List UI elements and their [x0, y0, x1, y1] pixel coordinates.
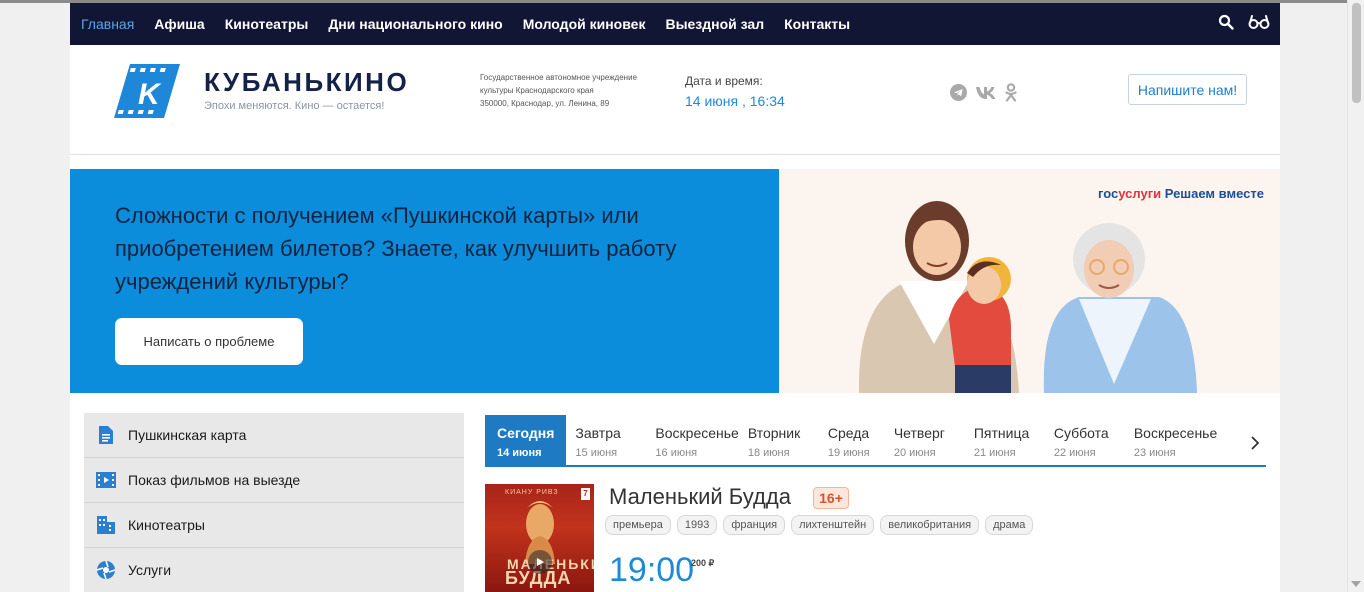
tab-tomorrow[interactable]: Завтра 15 июня — [566, 415, 646, 465]
svg-text:K: K — [138, 78, 162, 111]
kubankino-logo-icon[interactable]: K — [114, 64, 180, 118]
day-name: Воскресенье — [1133, 425, 1218, 441]
promo-banner[interactable]: Сложности с получением «Пушкинской карты… — [70, 169, 779, 393]
vk-icon[interactable] — [975, 86, 997, 105]
document-icon — [96, 425, 116, 445]
tab-sunday[interactable]: Воскресенье 16 июня — [646, 415, 738, 465]
day-name: Суббота — [1053, 425, 1109, 441]
schedule-day-tabs: Сегодня 14 июня Завтра 15 июня Воскресен… — [485, 415, 1266, 467]
tag-year[interactable]: 1993 — [676, 515, 718, 535]
sidebar-item-label: Услуги — [128, 562, 172, 578]
days-next-arrow-icon[interactable] — [1244, 423, 1266, 463]
movie-title[interactable]: Маленький Будда — [609, 484, 791, 510]
sidebar-item-label: Показ фильмов на выезде — [128, 472, 301, 488]
datetime-value: 14 июня , 16:34 — [685, 93, 785, 109]
org-line-2: культуры Краснодарского края — [480, 86, 594, 95]
tab-sunday-next[interactable]: Воскресенье 23 июня — [1125, 415, 1217, 465]
nav-item-mobile-hall[interactable]: Выездной зал — [655, 16, 774, 32]
day-date: 23 июня — [1133, 447, 1176, 459]
sidebar-item-cinemas[interactable]: Кинотеатры — [84, 503, 464, 548]
day-name: Завтра — [575, 425, 621, 441]
org-line-1: Государственное автономное учреждение — [480, 73, 638, 82]
tab-thursday[interactable]: Четверг 20 июня — [885, 415, 965, 465]
movie-poster[interactable]: КИАНУ РИВЗ 7 МАЛЕНЬКИЙ БУДДА — [485, 484, 594, 592]
day-name: Сегодня — [497, 425, 555, 441]
sidebar-item-label: Кинотеатры — [128, 517, 205, 533]
sidebar-item-label: Пушкинская карта — [128, 427, 247, 443]
banner-illustration[interactable]: госуслуги Решаем вместе — [779, 169, 1280, 393]
report-problem-button[interactable]: Написать о проблеме — [115, 318, 303, 365]
sidebar-menu: Пушкинская карта Показ фильмов на выезде… — [84, 413, 464, 592]
tab-friday[interactable]: Пятница 21 июня — [965, 415, 1045, 465]
tag-country-uk[interactable]: великобритания — [880, 515, 980, 535]
day-date: 20 июня — [893, 447, 936, 459]
sidebar-item-services[interactable]: Услуги — [84, 548, 464, 592]
tab-saturday[interactable]: Суббота 22 июня — [1045, 415, 1125, 465]
day-date: 18 июня — [747, 447, 790, 459]
scrollbar-thumb[interactable] — [1352, 3, 1361, 103]
tab-today[interactable]: Сегодня 14 июня — [485, 415, 567, 465]
tag-premiere[interactable]: премьера — [605, 515, 671, 535]
day-name: Пятница — [973, 425, 1030, 441]
social-links — [950, 83, 1017, 107]
accessibility-glasses-icon[interactable] — [1248, 14, 1270, 35]
tag-country-liechtenstein[interactable]: лихтенштейн — [791, 515, 875, 535]
tab-tuesday[interactable]: Вторник 18 июня — [739, 415, 819, 465]
sidebar-item-mobile-screenings[interactable]: Показ фильмов на выезде — [84, 458, 464, 503]
day-date: 15 июня — [575, 447, 618, 459]
site-header: K КУБАНЬКИНО Эпохи меняются. Кино — оста… — [70, 45, 1280, 155]
tag-genre-drama[interactable]: драма — [985, 515, 1034, 535]
search-icon[interactable] — [1218, 14, 1234, 35]
banner-title: Сложности с получением «Пушкинской карты… — [115, 203, 677, 294]
datetime-label: Дата и время: — [685, 74, 763, 88]
page-scrollbar[interactable] — [1347, 0, 1364, 592]
nav-item-cinemas[interactable]: Кинотеатры — [215, 16, 319, 32]
day-name: Вторник — [747, 425, 801, 441]
tab-wednesday[interactable]: Среда 19 июня — [819, 415, 885, 465]
building-icon — [96, 515, 116, 535]
day-name: Среда — [827, 425, 870, 441]
play-trailer-icon[interactable] — [528, 550, 552, 574]
write-to-us-button[interactable]: Напишите нам! — [1128, 74, 1247, 105]
telegram-icon[interactable] — [950, 84, 967, 106]
day-date: 21 июня — [973, 447, 1016, 459]
sidebar-item-pushkin-card[interactable]: Пушкинская карта — [84, 413, 464, 458]
odnoklassniki-icon[interactable] — [1005, 83, 1017, 107]
nav-item-national-cinema-days[interactable]: Дни национального кино — [318, 16, 512, 32]
film-icon — [96, 470, 116, 490]
org-address: 350000, Краснодар, ул. Ленина, 89 — [480, 99, 610, 108]
top-navigation: Главная Афиша Кинотеатры Дни национально… — [70, 3, 1280, 45]
session-price: 200 ₽ — [691, 558, 715, 568]
nav-icons — [1218, 3, 1270, 45]
family-illustration — [858, 201, 1197, 393]
age-rating-badge: 16+ — [813, 487, 849, 509]
movie-tags: премьера 1993 франция лихтенштейн велико… — [605, 515, 1034, 535]
tag-country-france[interactable]: франция — [723, 515, 786, 535]
brand-tagline: Эпохи меняются. Кино — остается! — [204, 100, 385, 112]
nav-item-contacts[interactable]: Контакты — [774, 16, 860, 32]
day-date: 14 июня — [497, 447, 542, 459]
page: Главная Афиша Кинотеатры Дни национально… — [70, 3, 1280, 592]
brand-name[interactable]: КУБАНЬКИНО — [204, 67, 409, 98]
scroll-down-arrow-icon[interactable] — [1351, 581, 1361, 587]
day-name: Воскресенье — [655, 425, 739, 441]
nav-item-young-cinema[interactable]: Молодой киновек — [513, 16, 656, 32]
day-name: Четверг — [893, 425, 945, 441]
session-time-button[interactable]: 19:00 — [609, 551, 694, 590]
nav-item-afisha[interactable]: Афиша — [144, 16, 214, 32]
day-date: 22 июня — [1053, 447, 1096, 459]
day-date: 19 июня — [827, 447, 870, 459]
organization-info: Государственное автономное учреждение ку… — [480, 71, 670, 110]
nav-item-home[interactable]: Главная — [70, 16, 144, 32]
aperture-icon — [96, 560, 116, 580]
day-date: 16 июня — [655, 447, 698, 459]
